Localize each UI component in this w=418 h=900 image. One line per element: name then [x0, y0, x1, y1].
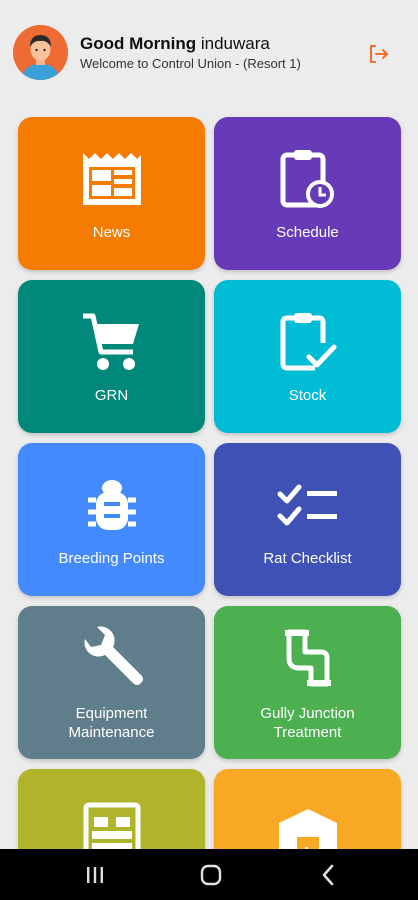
tile-label: Stock [288, 387, 327, 404]
cart-icon [82, 313, 139, 370]
tile-label: Rat Checklist [263, 550, 352, 567]
tile-news[interactable]: News [18, 117, 205, 270]
pipe-icon [284, 629, 331, 687]
back-button[interactable] [306, 859, 350, 891]
newspaper-icon [82, 153, 141, 205]
warehouse-icon [278, 809, 337, 849]
back-icon [322, 864, 334, 886]
home-icon [200, 864, 222, 886]
tile-equipment-maintenance[interactable]: Equipment Maintenance [18, 606, 205, 759]
tile-label: GRN [94, 387, 129, 404]
system-navigation-bar [0, 849, 418, 900]
tile-gully-junction-treatment[interactable]: Gully Junction Treatment [214, 606, 401, 759]
wrench-icon [84, 626, 143, 685]
tile-rat-checklist[interactable]: Rat Checklist [214, 443, 401, 596]
tile-label: News [92, 224, 131, 241]
bug-icon [87, 480, 136, 530]
recents-icon [87, 867, 103, 883]
tile-storage[interactable] [214, 769, 401, 849]
recents-button[interactable] [73, 859, 117, 891]
clipboard-check-icon [280, 313, 336, 371]
tile-grn[interactable]: GRN [18, 280, 205, 433]
menu-grid: News Schedule GRN Stock Breeding Points … [0, 0, 418, 849]
bed-icon [83, 802, 140, 849]
home-button[interactable] [189, 859, 233, 891]
tile-stock[interactable]: Stock [214, 280, 401, 433]
tile-label: Equipment Maintenance [68, 705, 155, 741]
tile-label: Schedule [276, 224, 339, 241]
tile-schedule[interactable]: Schedule [214, 117, 401, 270]
tile-label: Gully Junction Treatment [260, 705, 355, 741]
tile-label: Breeding Points [58, 550, 165, 567]
checklist-icon [277, 484, 337, 526]
tile-accommodation[interactable] [18, 769, 205, 849]
clipboard-clock-icon [280, 150, 334, 208]
tile-breeding-points[interactable]: Breeding Points [18, 443, 205, 596]
